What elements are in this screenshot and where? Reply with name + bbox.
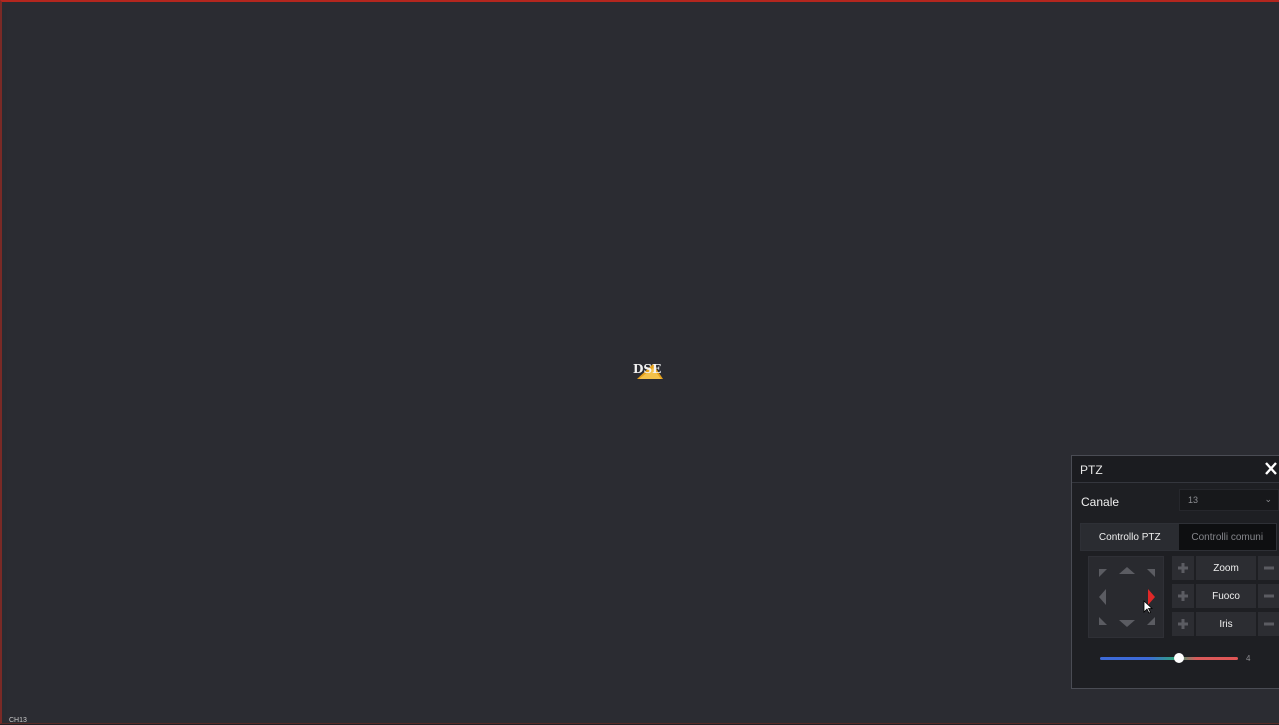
focus-label: Fuoco <box>1196 584 1256 608</box>
zoom-minus-icon[interactable] <box>1258 556 1279 580</box>
speed-track[interactable] <box>1100 657 1238 660</box>
zoom-label: Zoom <box>1196 556 1256 580</box>
dpad-center[interactable] <box>1115 585 1139 609</box>
ptz-header: PTZ <box>1072 456 1279 483</box>
speed-slider-thumb[interactable] <box>1174 653 1184 663</box>
channel-label-text: Canale <box>1081 495 1120 509</box>
logo-text: DSE <box>633 362 662 376</box>
up-arrow-icon[interactable] <box>1115 559 1139 583</box>
up-right-arrow-icon[interactable] <box>1139 561 1163 585</box>
ptz-panel: PTZ Canale 13 ⌄ Controllo PTZ Controlli … <box>1071 455 1279 689</box>
iris-row: Iris <box>1172 612 1279 638</box>
down-left-arrow-icon[interactable] <box>1091 609 1115 633</box>
channel-row: Canale 13 ⌄ <box>1072 488 1279 512</box>
chevron-down-icon: ⌄ <box>1264 494 1272 504</box>
focus-row: Fuoco <box>1172 584 1279 610</box>
iris-label: Iris <box>1196 612 1256 636</box>
dse-logo: DSE <box>633 362 665 380</box>
tab-controllo-ptz[interactable]: Controllo PTZ <box>1081 524 1179 550</box>
iris-plus-icon[interactable] <box>1172 612 1194 636</box>
tab-controlli-comuni[interactable]: Controlli comuni <box>1178 524 1276 550</box>
speed-value: 4 <box>1246 654 1251 663</box>
left-arrow-icon[interactable] <box>1091 585 1115 609</box>
focus-plus-icon[interactable] <box>1172 584 1194 608</box>
zoom-row: Zoom <box>1172 556 1279 582</box>
channel-select[interactable]: 13 ⌄ <box>1179 489 1279 511</box>
iris-minus-icon[interactable] <box>1258 612 1279 636</box>
down-arrow-icon[interactable] <box>1115 611 1139 635</box>
direction-pad <box>1088 556 1164 638</box>
ptz-tabs: Controllo PTZ Controlli comuni <box>1080 523 1277 551</box>
zoom-plus-icon[interactable] <box>1172 556 1194 580</box>
speed-slider[interactable]: 4 <box>1100 652 1250 666</box>
mouse-cursor-icon <box>1143 600 1154 614</box>
ptz-title: PTZ <box>1080 463 1103 477</box>
lens-controls: Zoom Fuoco Iris <box>1172 556 1279 638</box>
up-left-arrow-icon[interactable] <box>1091 561 1115 585</box>
close-icon[interactable] <box>1263 459 1279 477</box>
focus-minus-icon[interactable] <box>1258 584 1279 608</box>
channel-select-value: 13 <box>1188 495 1199 505</box>
